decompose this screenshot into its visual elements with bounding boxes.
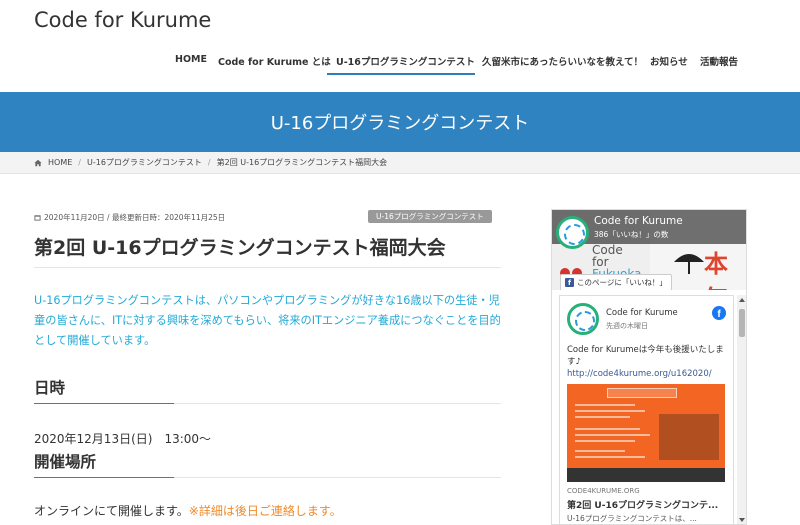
page-hero-banner: U-16プログラミングコンテスト bbox=[0, 92, 800, 152]
post-author-name[interactable]: Code for Kurume bbox=[606, 308, 678, 318]
nav-active-indicator bbox=[327, 73, 475, 75]
nav-item-news[interactable]: お知らせ bbox=[650, 54, 688, 68]
breadcrumb-separator: / bbox=[78, 158, 81, 167]
cover-kanji-text: 本気 bbox=[704, 249, 728, 290]
like-button-label: このページに「いいね！」 bbox=[577, 278, 667, 287]
nav-item-u16-contest[interactable]: U-16プログラミングコンテスト bbox=[336, 54, 475, 68]
post-link-description: U-16プログラミングコンテストは、... bbox=[567, 514, 697, 523]
facebook-cover[interactable]: Code for Fukuoka 本気 Code for Kurume 386「… bbox=[552, 210, 746, 290]
facebook-post: Code for Kurume 先週の木曜日 f Code for Kurume… bbox=[559, 295, 734, 524]
scroll-up-arrow[interactable] bbox=[739, 298, 745, 302]
post-date[interactable]: 先週の木曜日 bbox=[606, 321, 648, 331]
facebook-like-count: 386「いいね！」の数 bbox=[594, 230, 669, 239]
section-heading-datetime: 日時 bbox=[34, 379, 66, 397]
post-dates: 2020年11月20日 / 最終更新日時：2020年11月25日 bbox=[44, 213, 226, 222]
facebook-like-button[interactable]: f このページに「いいね！」 bbox=[560, 274, 672, 290]
facebook-icon: f bbox=[565, 278, 574, 287]
umbrella-icon bbox=[674, 254, 704, 274]
venue-text: オンラインにて開催します。 bbox=[34, 504, 189, 518]
breadcrumb-current: 第2回 U-16プログラミングコンテスト福岡大会 bbox=[216, 158, 388, 167]
heading-underline bbox=[34, 403, 174, 404]
breadcrumb-category[interactable]: U-16プログラミングコンテスト bbox=[87, 157, 202, 168]
section-heading-venue: 開催場所 bbox=[34, 453, 97, 471]
page-avatar[interactable] bbox=[556, 216, 589, 249]
facebook-logo-icon[interactable]: f bbox=[712, 306, 726, 320]
nav-item-about[interactable]: Code for Kurume とは bbox=[218, 54, 331, 68]
event-datetime: 2020年12月13日(日) 13:00～ bbox=[34, 432, 212, 446]
calendar-icon bbox=[34, 214, 41, 221]
breadcrumb: HOME / U-16プログラミングコンテスト / 第2回 U-16プログラミン… bbox=[0, 152, 800, 174]
main-nav: HOME Code for Kurume とは U-16プログラミングコンテスト… bbox=[0, 54, 800, 78]
nav-item-reports[interactable]: 活動報告 bbox=[700, 54, 738, 68]
breadcrumb-separator: / bbox=[207, 158, 211, 167]
nav-item-home[interactable]: HOME bbox=[175, 54, 207, 65]
breadcrumb-home[interactable]: HOME bbox=[48, 158, 72, 167]
scroll-thumb[interactable] bbox=[739, 309, 745, 337]
facebook-page-name[interactable]: Code for Kurume bbox=[594, 215, 683, 227]
home-icon bbox=[34, 159, 42, 167]
nav-item-ideas[interactable]: 久留米市にあったらいいなを教えて！ bbox=[482, 54, 643, 68]
category-badge[interactable]: U-16プログラミングコンテスト bbox=[368, 210, 492, 223]
post-link-domain: CODE4KURUME.ORG bbox=[567, 487, 640, 495]
scroll-down-arrow[interactable] bbox=[739, 518, 745, 522]
heading-underline bbox=[34, 477, 174, 478]
post-intro: U-16プログラミングコンテストは、パソコンやプログラミングが好きな16歳以下の… bbox=[34, 294, 501, 347]
facebook-page-widget: Code for Fukuoka 本気 Code for Kurume 386「… bbox=[551, 209, 747, 525]
post-link[interactable]: http://code4kurume.org/u162020/ bbox=[567, 369, 712, 379]
post-text: Code for Kurumeは今年も後援いたします♪ bbox=[567, 345, 724, 367]
heading-rule bbox=[174, 477, 501, 478]
venue-note: ※詳細は後日ご連絡します。 bbox=[188, 504, 342, 518]
widget-scrollbar[interactable] bbox=[737, 295, 746, 524]
post-link-title[interactable]: 第2回 U-16プログラミングコンテ... bbox=[567, 498, 732, 511]
title-divider bbox=[34, 267, 501, 268]
site-title[interactable]: Code for Kurume bbox=[34, 8, 211, 32]
event-venue: オンラインにて開催します。※詳細は後日ご連絡します。 bbox=[34, 502, 342, 519]
post-author-avatar[interactable] bbox=[567, 303, 599, 335]
hero-title: U-16プログラミングコンテスト bbox=[270, 113, 530, 134]
post-meta: 2020年11月20日 / 最終更新日時：2020年11月25日 bbox=[34, 212, 225, 223]
post-link-image[interactable] bbox=[567, 384, 725, 482]
heading-rule bbox=[174, 403, 501, 404]
post-title: 第2回 U-16プログラミングコンテスト福岡大会 bbox=[34, 237, 446, 259]
